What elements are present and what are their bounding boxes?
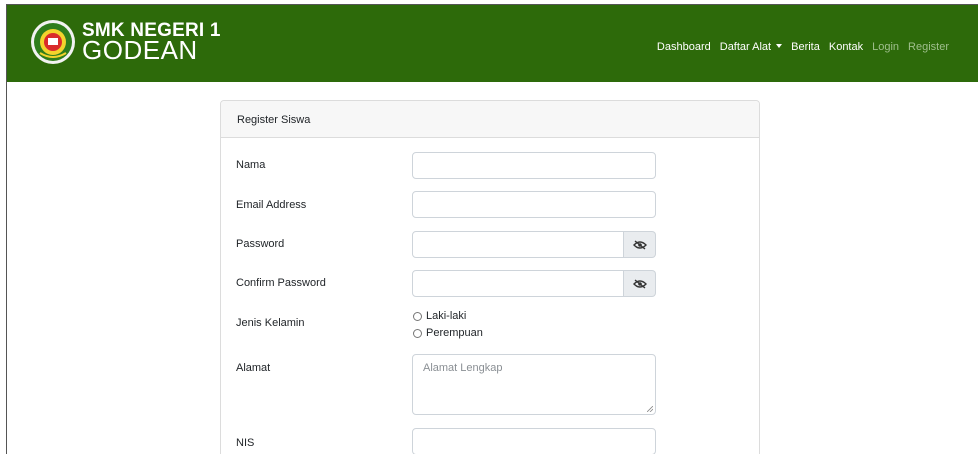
radio-laki-laki[interactable]: Laki-laki — [413, 310, 466, 322]
radio-perempuan-label: Perempuan — [426, 327, 483, 339]
eye-slash-icon — [632, 278, 647, 289]
confirm-password-input[interactable] — [412, 270, 624, 297]
nav-item-daftar-alat-label: Daftar Alat — [719, 41, 772, 53]
navbar: SMK NEGERI 1 GODEAN Dashboard Daftar Ala… — [7, 5, 978, 82]
nav-item-kontak[interactable]: Kontak — [829, 41, 863, 53]
nav-item-register[interactable]: Register — [908, 41, 949, 53]
page-frame: SMK NEGERI 1 GODEAN Dashboard Daftar Ala… — [6, 4, 978, 454]
email-input[interactable] — [412, 191, 656, 218]
alamat-textarea[interactable]: Alamat Lengkap — [412, 354, 656, 415]
nama-input[interactable] — [412, 152, 656, 179]
alamat-label: Alamat — [236, 362, 271, 374]
nav-menu: Dashboard Daftar Alat Berita Kontak Logi… — [657, 41, 949, 53]
gender-label: Jenis Kelamin — [236, 317, 305, 329]
radio-perempuan[interactable]: Perempuan — [413, 327, 483, 339]
confirm-password-label: Confirm Password — [236, 277, 326, 289]
password-input[interactable] — [412, 231, 624, 258]
nav-item-berita[interactable]: Berita — [791, 41, 820, 53]
card-title: Register Siswa — [221, 101, 759, 138]
eye-slash-icon — [632, 239, 647, 250]
nav-item-dashboard[interactable]: Dashboard — [657, 41, 711, 53]
brand-name-line2[interactable]: GODEAN — [82, 35, 198, 66]
nis-label: NIS — [236, 437, 255, 449]
radio-circle[interactable] — [413, 328, 422, 338]
email-label: Email Address — [236, 199, 307, 211]
nis-input[interactable] — [412, 428, 656, 454]
password-label: Password — [236, 238, 285, 250]
alamat-placeholder: Alamat Lengkap — [423, 362, 503, 374]
radio-circle[interactable] — [413, 311, 422, 321]
nama-label: Nama — [236, 159, 266, 171]
radio-laki-laki-label: Laki-laki — [426, 310, 467, 322]
resize-handle-icon[interactable] — [647, 406, 653, 412]
toggle-confirm-password-button[interactable] — [624, 270, 656, 297]
caret-down-icon — [776, 44, 783, 48]
nav-item-daftar-alat[interactable]: Daftar Alat — [719, 41, 783, 53]
toggle-password-button[interactable] — [624, 231, 656, 258]
nav-item-login[interactable]: Login — [872, 41, 899, 53]
school-logo[interactable] — [30, 19, 76, 65]
